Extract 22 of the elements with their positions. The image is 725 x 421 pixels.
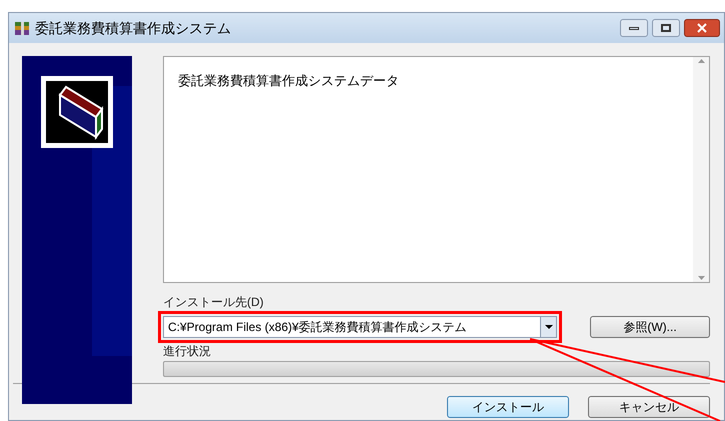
app-icon <box>13 19 31 37</box>
install-path-combo[interactable]: C:¥Program Files (x86)¥委託業務費積算書作成システム <box>163 316 557 338</box>
logo-icon <box>41 76 113 148</box>
minimize-button[interactable] <box>620 19 648 37</box>
dialog-button[interactable]: インストール <box>447 396 569 418</box>
minimize-icon <box>629 26 639 30</box>
dropdown-button[interactable] <box>540 317 556 337</box>
window-title: 委託業務費積算書作成システム <box>35 18 231 38</box>
scroll-up-icon <box>698 59 704 63</box>
install-path-label: インストール先(D) <box>163 295 265 309</box>
maximize-button[interactable] <box>652 19 680 37</box>
close-button[interactable] <box>684 19 720 37</box>
scroll-down-icon <box>698 276 704 280</box>
progress-label: 進行状況 <box>163 344 212 358</box>
description-text: 委託業務費積算書作成システムデータ <box>177 72 400 90</box>
caret-icon <box>544 325 552 329</box>
dialog-button[interactable]: キャンセル <box>588 396 710 418</box>
scrollbar[interactable] <box>693 57 709 282</box>
close-icon <box>697 23 707 33</box>
maximize-icon <box>661 24 671 32</box>
install-path-value: C:¥Program Files (x86)¥委託業務費積算書作成システム <box>167 319 468 336</box>
browse-button[interactable]: 参照(W)... <box>590 316 710 338</box>
